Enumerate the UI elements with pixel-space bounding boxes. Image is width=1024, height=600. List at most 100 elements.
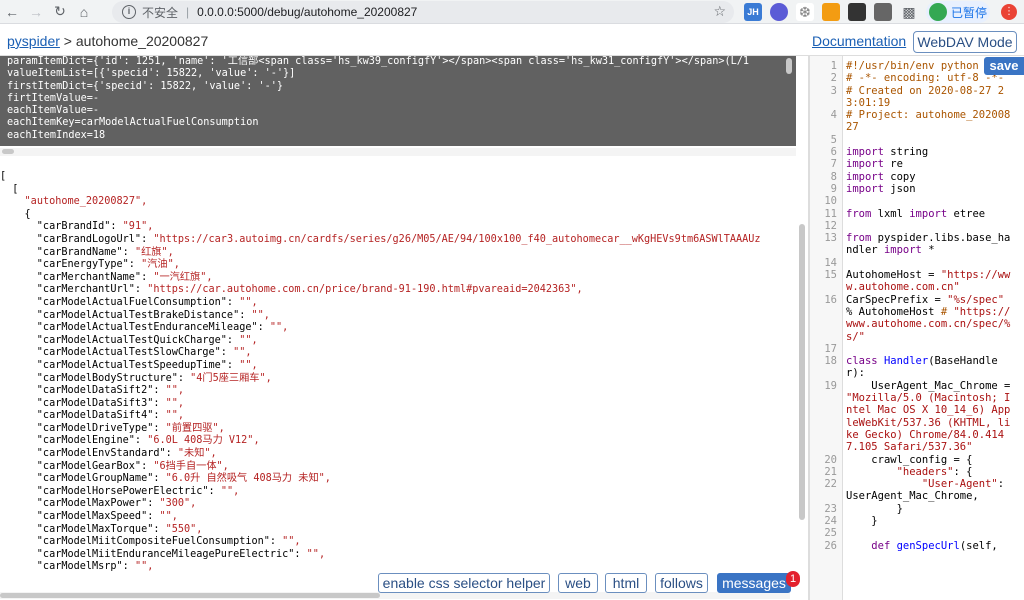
code-content[interactable]: 1 #!/usr/bin/env python 2 # -*- encoding: u… bbox=[810, 60, 1024, 552]
json-value: "", bbox=[165, 410, 185, 422]
code-text: AutohomeHost = "https://www.autohome.com… bbox=[846, 269, 1011, 294]
console-horizontal-scrollbar[interactable] bbox=[0, 148, 796, 156]
json-value: "", bbox=[165, 397, 185, 409]
json-value: "前置四驱", bbox=[165, 422, 225, 434]
code-line: 13 from pyspider.libs.base_handler import… bbox=[810, 232, 1024, 257]
console-scroll-thumb[interactable] bbox=[2, 149, 14, 154]
json-key: "carModelActualTestBrakeDistance": bbox=[0, 309, 252, 321]
profile-button[interactable]: 已暂停 bbox=[926, 1, 990, 23]
json-key: "carModelEngine": bbox=[0, 435, 148, 447]
json-value: "91", bbox=[122, 221, 154, 233]
code-text: # Project: autohome_20200827 bbox=[846, 109, 1011, 134]
webdav-mode-button[interactable]: WebDAV Mode bbox=[913, 31, 1017, 53]
json-key: "carModelHorsePowerElectric": bbox=[0, 485, 221, 497]
line-number: 17 bbox=[824, 342, 837, 355]
json-line: "carModelEngine": "6.0L 408马力 V12", bbox=[0, 435, 796, 448]
result-horizontal-scrollbar[interactable] bbox=[0, 592, 790, 599]
result-json-view[interactable]: [ [ "autohome_20200827", { "carBrandId":… bbox=[0, 159, 796, 600]
code-line: 16 CarSpecPrefix = "%s/spec" % AutohomeHo… bbox=[810, 294, 1024, 343]
json-key: "carEnergyType": bbox=[0, 259, 142, 271]
code-line: 7 import re bbox=[810, 158, 1024, 170]
json-value: "未知", bbox=[177, 448, 217, 460]
code-line: 18 class Handler(BaseHandler): bbox=[810, 355, 1024, 380]
pyspider-link[interactable]: pyspider bbox=[7, 33, 60, 49]
json-key: "carModelActualTestSpeedupTime": bbox=[0, 359, 240, 371]
json-line: "autohome_20200827", bbox=[0, 196, 796, 209]
json-value: "https://car3.autoimg.cn/cardfs/series/g… bbox=[153, 233, 761, 245]
tab-web[interactable]: web bbox=[558, 573, 598, 593]
log-console[interactable]: paramItemDict={'id': 1251, 'name': '工信部<… bbox=[0, 56, 796, 146]
result-vertical-scrollbar[interactable] bbox=[799, 224, 805, 520]
json-value: "300", bbox=[159, 498, 197, 510]
json-value: "", bbox=[282, 536, 301, 548]
json-string: "autohome_20200827", bbox=[24, 196, 148, 208]
line-number: 2 bbox=[830, 72, 837, 85]
code-text: class Handler(BaseHandler): bbox=[846, 355, 998, 380]
json-key: "carModelDataSift3": bbox=[0, 397, 166, 409]
json-line: "carModelMaxPower": "300", bbox=[0, 498, 796, 511]
json-line: "carModelMaxSpeed": "", bbox=[0, 511, 796, 524]
save-button[interactable]: save bbox=[984, 57, 1024, 75]
json-line: "carModelGroupName": "6.0升 自然吸气 408马力 未知… bbox=[0, 473, 796, 486]
line-number: 25 bbox=[824, 527, 837, 540]
json-line: "carModelBodyStructure": "4门5座三厢车", bbox=[0, 373, 796, 386]
json-line: "carModelGearBox": "6挡手自一体", bbox=[0, 461, 796, 474]
bookmark-star-icon[interactable]: ☆ bbox=[713, 3, 726, 20]
tab-messages[interactable]: messages bbox=[717, 573, 791, 593]
json-key: "carModelGroupName": bbox=[0, 473, 166, 485]
extension-globe-icon[interactable] bbox=[770, 3, 788, 21]
line-number: 13 bbox=[824, 232, 837, 245]
json-value: "红旗", bbox=[134, 246, 174, 258]
console-line: eachItemValue=- bbox=[7, 105, 100, 117]
code-text: import copy bbox=[846, 170, 916, 183]
extension-photo-icon[interactable] bbox=[822, 3, 840, 21]
json-line: [ bbox=[0, 171, 796, 184]
code-text: from pyspider.libs.base_handler import * bbox=[846, 232, 1011, 257]
line-number: 1 bbox=[830, 60, 837, 72]
console-line: eachItemKey=carModelActualFuelConsumptio… bbox=[7, 117, 259, 129]
documentation-link[interactable]: Documentation bbox=[812, 33, 906, 49]
code-line: 4 # Project: autohome_20200827 bbox=[810, 109, 1024, 134]
line-number: 15 bbox=[824, 269, 837, 282]
extension-jh-icon[interactable]: JH bbox=[744, 3, 762, 21]
back-icon[interactable]: ← bbox=[0, 0, 24, 24]
json-value: "550", bbox=[165, 523, 203, 535]
json-line: "carModelDataSift3": "", bbox=[0, 398, 796, 411]
debug-tabs: enable css selector helper web html foll… bbox=[0, 573, 808, 593]
json-key: "carModelActualTestSlowCharge": bbox=[0, 347, 234, 359]
code-line: 3 # Created on 2020-08-27 23:01:19 bbox=[810, 85, 1024, 110]
console-vertical-scrollbar[interactable] bbox=[786, 58, 792, 74]
extensions-puzzle-icon[interactable]: ▩ bbox=[900, 3, 918, 21]
home-icon[interactable]: ⌂ bbox=[72, 0, 96, 24]
console-line: paramItemDict={'id': 1251, 'name': '工信部<… bbox=[7, 56, 750, 67]
code-text: "headers": { bbox=[896, 465, 973, 478]
tab-follows[interactable]: follows bbox=[655, 573, 708, 593]
avatar bbox=[929, 3, 947, 21]
extension-settings-icon[interactable]: ❆ bbox=[796, 3, 814, 21]
line-number: 8 bbox=[830, 170, 837, 183]
json-key: "carModelActualTestEnduranceMileage": bbox=[0, 322, 270, 334]
url-text[interactable]: 0.0.0.0:5000/debug/autohome_20200827 bbox=[197, 5, 417, 19]
extension-qrcode-icon[interactable] bbox=[848, 3, 866, 21]
json-value: "https://car.autohome.com.cn/price/brand… bbox=[147, 284, 583, 296]
update-icon[interactable]: ⋮ bbox=[1001, 4, 1017, 20]
line-number: 9 bbox=[830, 182, 837, 195]
code-text: def genSpecUrl(self, bbox=[871, 539, 998, 552]
address-bar[interactable]: i 不安全 | 0.0.0.0:5000/debug/autohome_2020… bbox=[112, 1, 734, 23]
json-key: "carModelMiitEnduranceMileagePureElectri… bbox=[0, 548, 307, 560]
json-line: "carBrandLogoUrl": "https://car3.autoimg… bbox=[0, 234, 796, 247]
info-icon[interactable]: i bbox=[122, 5, 136, 19]
reload-icon[interactable]: ↻ bbox=[48, 0, 72, 24]
result-scroll-thumb[interactable] bbox=[0, 593, 380, 598]
extension-screen-icon[interactable] bbox=[874, 3, 892, 21]
css-selector-helper-button[interactable]: enable css selector helper bbox=[378, 573, 550, 593]
code-editor[interactable]: 1 #!/usr/bin/env python 2 # -*- encoding: u… bbox=[810, 56, 1024, 600]
forward-icon[interactable]: → bbox=[24, 0, 48, 24]
json-value: "4门5座三厢车", bbox=[190, 372, 272, 384]
tab-html[interactable]: html bbox=[605, 573, 647, 593]
json-key: "carModelActualTestQuickCharge": bbox=[0, 334, 240, 346]
